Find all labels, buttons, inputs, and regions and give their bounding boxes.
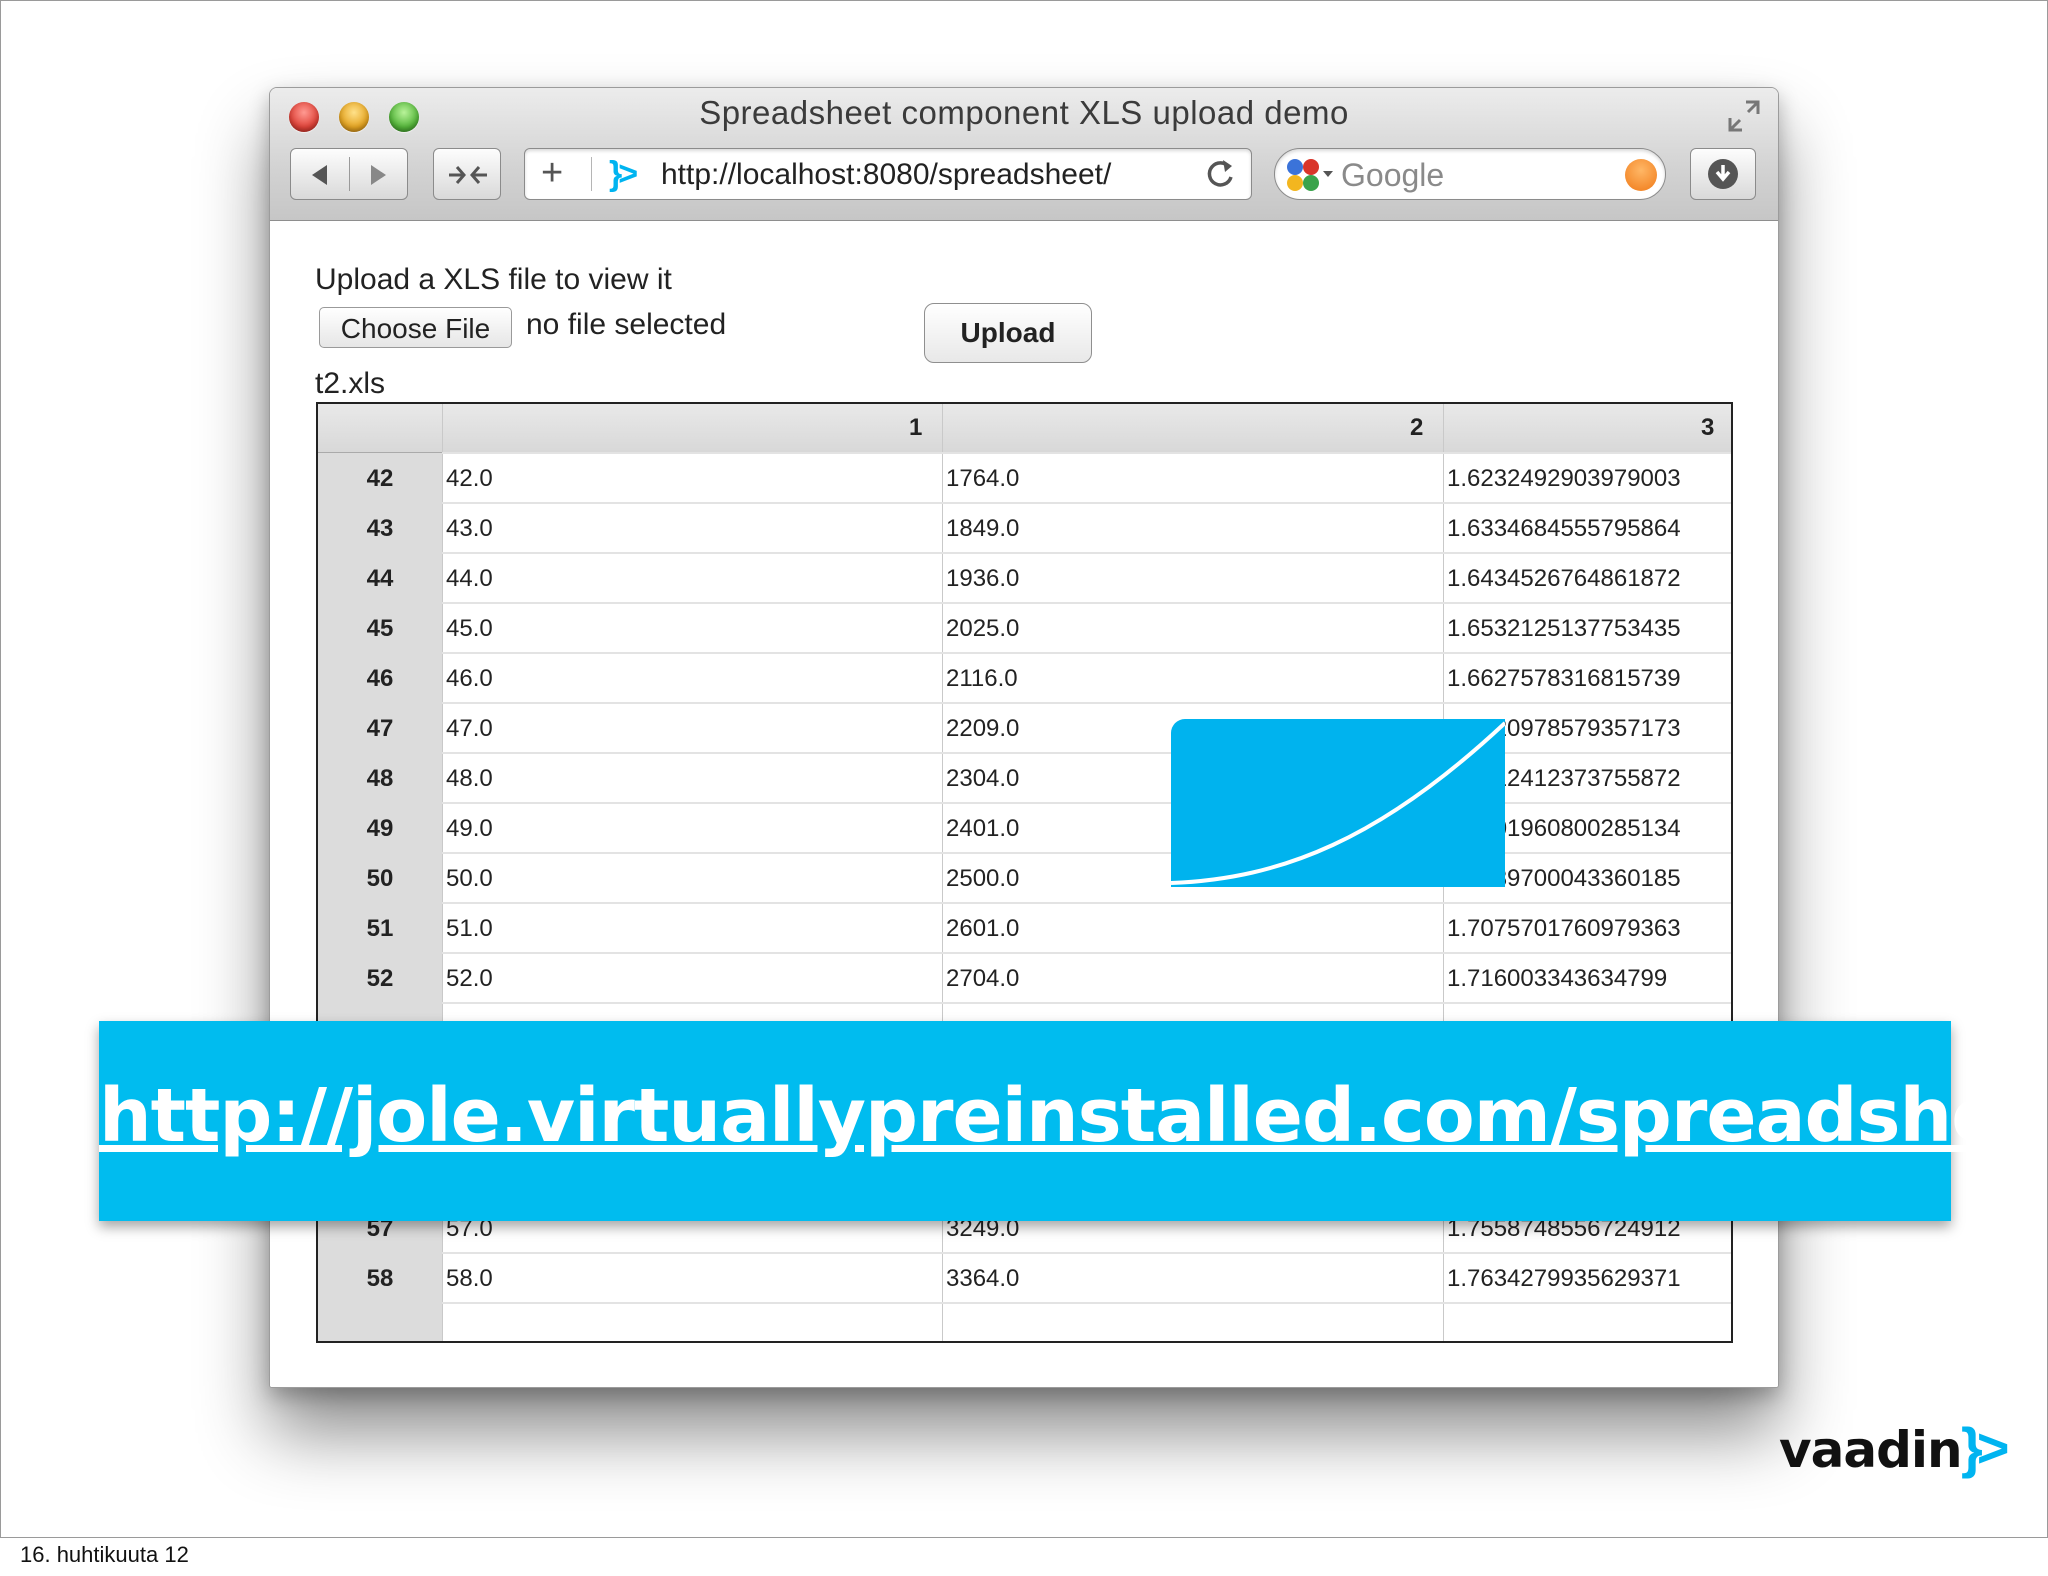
row-number[interactable]: 46	[318, 654, 442, 704]
cell-col-3[interactable]: 1.6232492903979003	[1447, 454, 1681, 504]
cell-col-2[interactable]: 2116.0	[946, 654, 1018, 704]
table-row[interactable]: 49 49.0 2401.0 1.6901960800285134	[318, 804, 1731, 854]
cell-col-3[interactable]: 1.6434526764861872	[1447, 554, 1681, 604]
table-row[interactable]: 46 46.0 2116.0 1.6627578316815739	[318, 654, 1731, 704]
table-row[interactable]: 42 42.0 1764.0 1.6232492903979003	[318, 454, 1731, 504]
cell-col-3[interactable]: 1.6627578316815739	[1447, 654, 1681, 704]
title-bar: Spreadsheet component XLS upload demo + …	[270, 88, 1778, 221]
table-row[interactable]: 51 51.0 2601.0 1.7075701760979363	[318, 904, 1731, 954]
search-input[interactable]: Google	[1341, 157, 1444, 194]
fullscreen-icon[interactable]	[1726, 98, 1762, 134]
cell-col-1[interactable]: 46.0	[446, 654, 493, 704]
forward-icon[interactable]	[365, 162, 391, 188]
cell-col-1[interactable]: 48.0	[446, 754, 493, 804]
cell-col-1[interactable]: 43.0	[446, 504, 493, 554]
file-status: no file selected	[526, 308, 727, 341]
table-row[interactable]: 47 47.0 2209.0 1.6720978579357173	[318, 704, 1731, 754]
embedded-chart[interactable]	[1170, 719, 1507, 887]
site-favicon: }>	[609, 155, 638, 193]
downloads-button[interactable]	[1690, 148, 1756, 200]
cell-col-2[interactable]: 1764.0	[946, 454, 1019, 504]
cell-col-1[interactable]: 58.0	[446, 1254, 493, 1304]
slide-date: 16. huhtikuuta 12	[20, 1542, 189, 1567]
row-number[interactable]: 44	[318, 554, 442, 604]
row-number[interactable]: 52	[318, 954, 442, 1004]
demo-link[interactable]: http://jole.virtuallypreinstalled.com/sp…	[99, 1073, 2047, 1159]
table-row[interactable]: 44 44.0 1936.0 1.6434526764861872	[318, 554, 1731, 604]
row-number[interactable]: 45	[318, 604, 442, 654]
back-forward-group	[290, 148, 408, 200]
back-icon[interactable]	[307, 162, 333, 188]
row-number[interactable]: 43	[318, 504, 442, 554]
slide: Spreadsheet component XLS upload demo + …	[0, 0, 2048, 1538]
cell-col-2[interactable]: 2025.0	[946, 604, 1019, 654]
cell-col-2[interactable]: 2500.0	[946, 854, 1019, 904]
cell-col-2[interactable]: 3364.0	[946, 1254, 1019, 1304]
cell-col-1[interactable]: 51.0	[446, 904, 493, 954]
cell-col-3[interactable]: 1.6334684555795864	[1447, 504, 1681, 554]
cell-col-1[interactable]: 49.0	[446, 804, 493, 854]
table-row[interactable]: 50 50.0 2500.0 1.6989700043360185	[318, 854, 1731, 904]
cell-col-2[interactable]: 2601.0	[946, 904, 1019, 954]
row-number[interactable]: 58	[318, 1254, 442, 1304]
table-row[interactable]: 45 45.0 2025.0 1.6532125137753435	[318, 604, 1731, 654]
row-number[interactable]: 42	[318, 454, 442, 504]
cell-col-2[interactable]: 1936.0	[946, 554, 1019, 604]
uploaded-filename: t2.xls	[315, 367, 386, 400]
cell-col-3[interactable]: 1.716003343634799	[1447, 954, 1667, 1004]
address-separator	[591, 157, 592, 191]
table-row[interactable]: 43 43.0 1849.0 1.6334684555795864	[318, 504, 1731, 554]
reload-icon[interactable]	[1201, 155, 1239, 193]
row-number[interactable]: 49	[318, 804, 442, 854]
cell-col-1[interactable]: 50.0	[446, 854, 493, 904]
cell-col-2[interactable]: 1849.0	[946, 504, 1019, 554]
vaadin-logo-mark: }>	[1961, 1416, 2009, 1479]
cell-col-1[interactable]: 44.0	[446, 554, 493, 604]
cell-col-1[interactable]: 52.0	[446, 954, 493, 1004]
row-divider	[442, 1302, 1731, 1304]
address-bar[interactable]: + }> http://localhost:8080/spreadsheet/	[524, 148, 1252, 200]
cell-col-2[interactable]: 2704.0	[946, 954, 1019, 1004]
choose-file-button[interactable]: Choose File	[319, 307, 512, 348]
promo-banner: http://jole.virtuallypreinstalled.com/sp…	[99, 1021, 2047, 1221]
download-icon	[1708, 159, 1738, 189]
row-divider	[442, 1002, 1731, 1004]
cell-col-3[interactable]: 1.7634279935629371	[1447, 1254, 1681, 1304]
row-number[interactable]: 48	[318, 754, 442, 804]
nav-separator	[349, 157, 350, 191]
table-row[interactable]	[318, 440, 1731, 454]
row-number[interactable]: 47	[318, 704, 442, 754]
row-number[interactable]: 50	[318, 854, 442, 904]
cell-col-2[interactable]: 2304.0	[946, 754, 1019, 804]
cell-col-3[interactable]: 1.7075701760979363	[1447, 904, 1681, 954]
table-row[interactable]: 52 52.0 2704.0 1.716003343634799	[318, 954, 1731, 1004]
row-number[interactable]: 51	[318, 904, 442, 954]
upload-label: Upload a XLS file to view it	[315, 263, 672, 296]
cell-col-1[interactable]: 45.0	[446, 604, 493, 654]
cell-col-2[interactable]: 2401.0	[946, 804, 1019, 854]
cell-col-3[interactable]: 1.6532125137753435	[1447, 604, 1681, 654]
cell-col-1[interactable]: 47.0	[446, 704, 493, 754]
reader-toggle-button[interactable]	[433, 148, 501, 200]
search-bar[interactable]: Google	[1274, 148, 1666, 200]
add-bookmark-icon[interactable]: +	[541, 152, 563, 195]
google-search-icon	[1287, 159, 1333, 191]
table-row[interactable]: 48 48.0 2304.0 1.6812412373755872	[318, 754, 1731, 804]
url-text[interactable]: http://localhost:8080/spreadsheet/	[661, 158, 1201, 192]
cell-col-2[interactable]: 2209.0	[946, 704, 1019, 754]
cell-col-1[interactable]: 42.0	[446, 454, 493, 504]
upload-button[interactable]: Upload	[924, 303, 1092, 363]
chart-curve	[1170, 721, 1507, 885]
window-title: Spreadsheet component XLS upload demo	[699, 94, 1349, 131]
vaadin-logo-text: vaadin	[1779, 1421, 1963, 1479]
search-go-icon[interactable]	[1625, 159, 1657, 191]
compress-icon	[449, 166, 487, 184]
table-row[interactable]: 58 58.0 3364.0 1.7634279935629371	[318, 1254, 1731, 1304]
